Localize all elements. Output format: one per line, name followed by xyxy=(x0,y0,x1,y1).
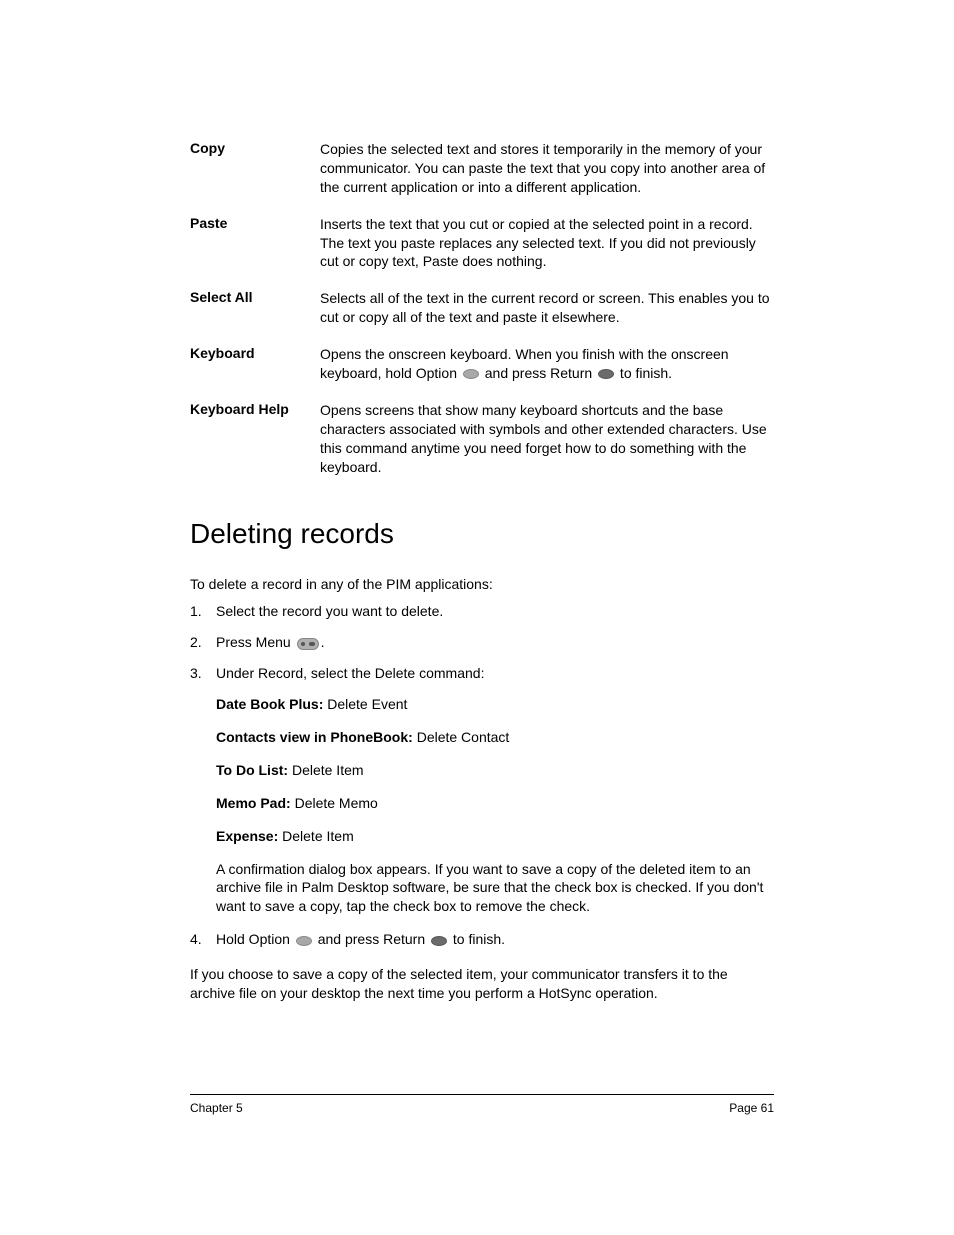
step-1-text: Select the record you want to delete. xyxy=(216,603,443,619)
footer-chapter: Chapter 5 xyxy=(190,1101,243,1115)
step-2-text-1: Press Menu xyxy=(216,634,295,650)
subitem-contacts: Contacts view in PhoneBook: Delete Conta… xyxy=(216,728,774,747)
definition-table: Copy Copies the selected text and stores… xyxy=(190,140,774,476)
subitem-memo: Memo Pad: Delete Memo xyxy=(216,794,774,813)
sub-label: Memo Pad: xyxy=(216,795,291,811)
page-footer: Chapter 5 Page 61 xyxy=(190,1094,774,1115)
option-key-icon xyxy=(296,936,312,946)
step-4-text-3: to finish. xyxy=(449,931,505,947)
def-term-selectall: Select All xyxy=(190,289,320,327)
step-1: Select the record you want to delete. xyxy=(190,602,774,621)
steps-list: Select the record you want to delete. Pr… xyxy=(190,602,774,949)
step-2-text-2: . xyxy=(321,634,325,650)
step-3-sublist: Date Book Plus: Delete Event Contacts vi… xyxy=(216,695,774,916)
def-desc-copy: Copies the selected text and stores it t… xyxy=(320,140,774,197)
sub-label: Contacts view in PhoneBook: xyxy=(216,729,413,745)
step-3-text: Under Record, select the Delete command: xyxy=(216,665,484,681)
sub-value: Delete Contact xyxy=(413,729,510,745)
subitem-todo: To Do List: Delete Item xyxy=(216,761,774,780)
keyboard-text-3: to finish. xyxy=(616,365,672,381)
subitem-expense: Expense: Delete Item xyxy=(216,827,774,846)
def-desc-keyboard: Opens the onscreen keyboard. When you fi… xyxy=(320,345,774,383)
sub-value: Delete Event xyxy=(323,696,407,712)
intro-text: To delete a record in any of the PIM app… xyxy=(190,576,774,592)
def-term-keyboard: Keyboard xyxy=(190,345,320,383)
def-desc-paste: Inserts the text that you cut or copied … xyxy=(320,215,774,272)
sub-value: Delete Item xyxy=(278,828,353,844)
sub-label: Date Book Plus: xyxy=(216,696,323,712)
confirmation-text: A confirmation dialog box appears. If yo… xyxy=(216,860,774,917)
def-desc-keyboardhelp: Opens screens that show many keyboard sh… xyxy=(320,401,774,477)
step-4: Hold Option and press Return to finish. xyxy=(190,930,774,949)
return-key-icon xyxy=(431,936,447,946)
option-key-icon xyxy=(463,369,479,379)
step-3: Under Record, select the Delete command:… xyxy=(190,664,774,916)
def-term-keyboardhelp: Keyboard Help xyxy=(190,401,320,477)
sub-label: To Do List: xyxy=(216,762,288,778)
section-heading: Deleting records xyxy=(190,518,774,550)
def-term-copy: Copy xyxy=(190,140,320,197)
sub-value: Delete Item xyxy=(288,762,363,778)
return-key-icon xyxy=(598,369,614,379)
subitem-datebook: Date Book Plus: Delete Event xyxy=(216,695,774,714)
step-4-text-1: Hold Option xyxy=(216,931,294,947)
footer-page: Page 61 xyxy=(729,1101,774,1115)
keyboard-text-2: and press Return xyxy=(481,365,596,381)
menu-key-icon xyxy=(297,638,319,650)
step-4-text-2: and press Return xyxy=(314,931,429,947)
sub-label: Expense: xyxy=(216,828,278,844)
page-content: Copy Copies the selected text and stores… xyxy=(0,0,954,1003)
closing-text: If you choose to save a copy of the sele… xyxy=(190,965,774,1003)
def-term-paste: Paste xyxy=(190,215,320,272)
sub-value: Delete Memo xyxy=(291,795,378,811)
def-desc-selectall: Selects all of the text in the current r… xyxy=(320,289,774,327)
step-2: Press Menu . xyxy=(190,633,774,652)
